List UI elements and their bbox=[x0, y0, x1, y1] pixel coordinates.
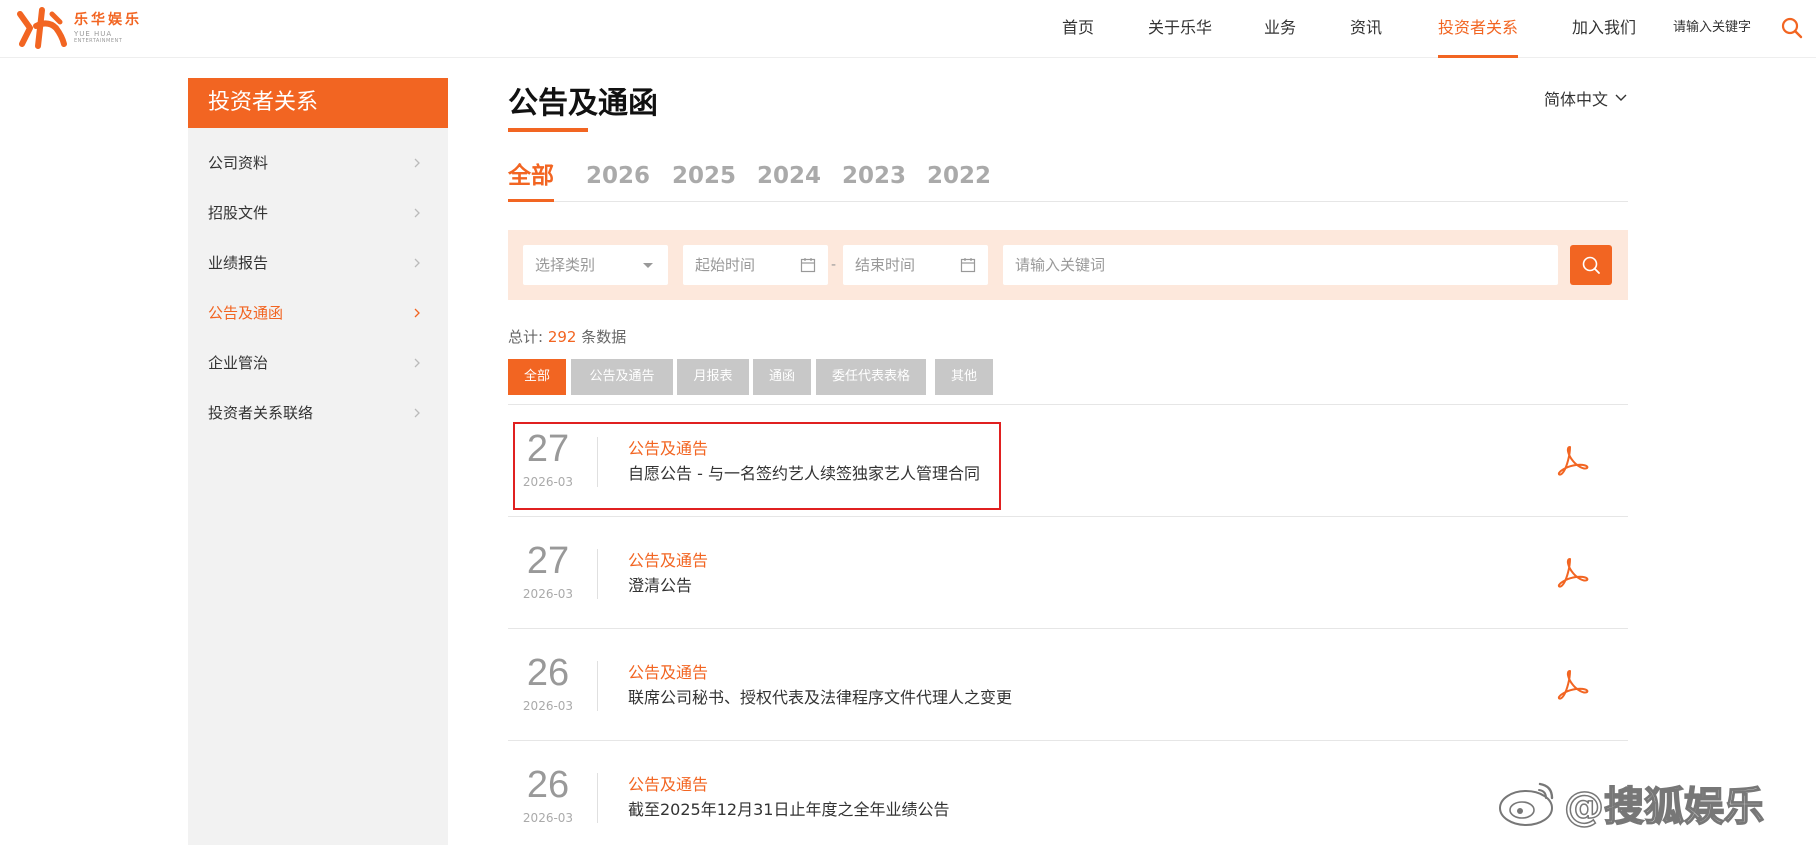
end-date-placeholder: 结束时间 bbox=[855, 256, 916, 274]
chevron-down-icon bbox=[1615, 94, 1627, 101]
sidebar-item-label: 业绩报告 bbox=[208, 254, 269, 272]
start-date-placeholder: 起始时间 bbox=[695, 256, 756, 274]
sidebar-item-label: 企业管治 bbox=[208, 354, 269, 372]
logo-text: 乐华娱乐 YUE HUA ENTERTAINMENT bbox=[74, 12, 142, 44]
end-date-field[interactable]: 结束时间 bbox=[843, 245, 988, 285]
sidebar-item-label: 投资者关系联络 bbox=[208, 404, 314, 422]
category-proxy-forms[interactable]: 委任代表表格 bbox=[816, 359, 926, 395]
list-item[interactable]: 27 2026-03 公告及通告 澄清公告 bbox=[508, 516, 1628, 628]
page-title: 公告及通函 bbox=[508, 86, 658, 121]
category-all[interactable]: 全部 bbox=[508, 359, 566, 395]
top-header: 乐华娱乐 YUE HUA ENTERTAINMENT 首页 关于乐华 业务 资讯… bbox=[0, 0, 1816, 58]
category-monthly-returns[interactable]: 月报表 bbox=[677, 359, 749, 395]
divider bbox=[597, 661, 598, 711]
sidebar-item-label: 招股文件 bbox=[208, 204, 269, 222]
yuehua-logo[interactable]: 乐华娱乐 YUE HUA ENTERTAINMENT bbox=[16, 6, 142, 50]
item-category: 公告及通告 bbox=[628, 551, 709, 570]
divider bbox=[597, 773, 598, 823]
calendar-icon bbox=[960, 258, 976, 273]
list-item[interactable]: 26 2026-03 公告及通告 联席公司秘书、授权代表及法律程序文件代理人之变… bbox=[508, 628, 1628, 740]
total-number: 292 bbox=[547, 328, 577, 346]
sidebar-item-announcements[interactable]: 公告及通函 bbox=[188, 288, 448, 338]
language-label: 简体中文 bbox=[1543, 90, 1608, 109]
sidebar-item-label: 公告及通函 bbox=[208, 304, 284, 322]
category-announcements[interactable]: 公告及通告 bbox=[571, 359, 673, 395]
category-select-placeholder: 选择类别 bbox=[535, 256, 596, 274]
tab-2025[interactable]: 2025 bbox=[672, 156, 736, 202]
watermark-text: @搜狐娱乐 bbox=[1563, 783, 1765, 831]
pdf-icon[interactable] bbox=[1556, 667, 1590, 701]
item-title[interactable]: 澄清公告 bbox=[628, 572, 692, 596]
date-year-month: 2026-03 bbox=[522, 587, 574, 601]
sidebar: 投资者关系 公司资料 招股文件 业绩报告 公告及通函 企业管治 投资者关系联络 bbox=[188, 78, 448, 845]
total-suffix: 条数据 bbox=[581, 328, 627, 346]
logo-name-en: YUE HUA bbox=[74, 30, 113, 38]
item-title[interactable]: 截至2025年12月31日止年度之全年业绩公告 bbox=[628, 796, 949, 820]
date-day: 26 bbox=[526, 764, 570, 806]
title-underline bbox=[508, 128, 588, 132]
search-icon bbox=[1582, 256, 1600, 274]
tab-2024[interactable]: 2024 bbox=[757, 156, 821, 202]
sohu-watermark: @搜狐娱乐 bbox=[1496, 775, 1765, 831]
sidebar-title: 投资者关系 bbox=[188, 78, 448, 128]
tab-2022[interactable]: 2022 bbox=[927, 156, 991, 202]
highlight-box bbox=[513, 422, 1001, 510]
nav-item-investor-relations[interactable]: 投资者关系 bbox=[1438, 0, 1519, 58]
keyword-input[interactable]: 请输入关键词 bbox=[1003, 245, 1558, 285]
calendar-icon bbox=[800, 258, 816, 273]
chevron-right-icon bbox=[414, 408, 420, 418]
list-item[interactable]: 27 2026-03 公告及通告 自愿公告 - 与一名签约艺人续签独家艺人管理合… bbox=[508, 404, 1628, 516]
keyword-input-placeholder: 请输入关键词 bbox=[1015, 256, 1106, 274]
header-search-input[interactable]: 请输入关键字 bbox=[1673, 0, 1751, 58]
chevron-right-icon bbox=[414, 308, 420, 318]
tab-2023[interactable]: 2023 bbox=[842, 156, 906, 202]
sidebar-item-ir-contact[interactable]: 投资者关系联络 bbox=[188, 388, 448, 438]
item-category: 公告及通告 bbox=[628, 775, 709, 794]
sidebar-item-company-info[interactable]: 公司资料 bbox=[188, 138, 448, 188]
tab-2026[interactable]: 2026 bbox=[586, 156, 650, 202]
nav-item-join-us[interactable]: 加入我们 bbox=[1572, 0, 1636, 58]
caret-down-icon bbox=[643, 263, 653, 268]
start-date-field[interactable]: 起始时间 bbox=[683, 245, 828, 285]
chevron-right-icon bbox=[414, 208, 420, 218]
language-select[interactable]: 简体中文 bbox=[1544, 86, 1628, 110]
date-day: 26 bbox=[526, 652, 570, 694]
date-year-month: 2026-03 bbox=[522, 811, 574, 825]
nav-item-business[interactable]: 业务 bbox=[1264, 0, 1296, 58]
sidebar-item-financial-reports[interactable]: 业绩报告 bbox=[188, 238, 448, 288]
category-circulars[interactable]: 通函 bbox=[753, 359, 811, 395]
logo-name-en-sub: ENTERTAINMENT bbox=[74, 38, 123, 44]
logo-name-cn: 乐华娱乐 bbox=[74, 12, 142, 28]
date-day: 27 bbox=[526, 540, 570, 582]
weibo-icon bbox=[1499, 782, 1554, 826]
divider bbox=[597, 549, 598, 599]
list-item[interactable]: 26 2026-03 公告及通告 截至2025年12月31日止年度之全年业绩公告 bbox=[508, 740, 1628, 845]
nav-item-news[interactable]: 资讯 bbox=[1350, 0, 1382, 58]
item-category: 公告及通告 bbox=[628, 663, 709, 682]
nav-item-home[interactable]: 首页 bbox=[1062, 0, 1094, 58]
sidebar-item-governance[interactable]: 企业管治 bbox=[188, 338, 448, 388]
search-icon[interactable] bbox=[1780, 16, 1804, 40]
chevron-right-icon bbox=[414, 258, 420, 268]
search-button[interactable] bbox=[1570, 245, 1612, 285]
logo-mark-icon bbox=[17, 7, 67, 49]
total-count: 总计: 292 条数据 bbox=[508, 326, 626, 347]
sidebar-item-prospectus[interactable]: 招股文件 bbox=[188, 188, 448, 238]
category-other[interactable]: 其他 bbox=[935, 359, 993, 395]
total-prefix: 总计: bbox=[508, 328, 544, 346]
pdf-icon[interactable] bbox=[1556, 555, 1590, 589]
chevron-right-icon bbox=[414, 358, 420, 368]
date-range-separator: - bbox=[831, 257, 837, 273]
sidebar-item-label: 公司资料 bbox=[208, 154, 269, 172]
tab-all[interactable]: 全部 bbox=[508, 156, 554, 202]
category-select[interactable]: 选择类别 bbox=[523, 245, 668, 285]
date-year-month: 2026-03 bbox=[522, 699, 574, 713]
year-tabs: 全部 2026 2025 2024 2023 2022 bbox=[508, 156, 1628, 202]
nav-item-about[interactable]: 关于乐华 bbox=[1148, 0, 1212, 58]
filter-bar: 选择类别 起始时间 - 结束时间 请输入关键词 bbox=[508, 230, 1628, 300]
chevron-right-icon bbox=[414, 158, 420, 168]
item-title[interactable]: 联席公司秘书、授权代表及法律程序文件代理人之变更 bbox=[628, 684, 1012, 708]
pdf-icon[interactable] bbox=[1556, 443, 1590, 477]
